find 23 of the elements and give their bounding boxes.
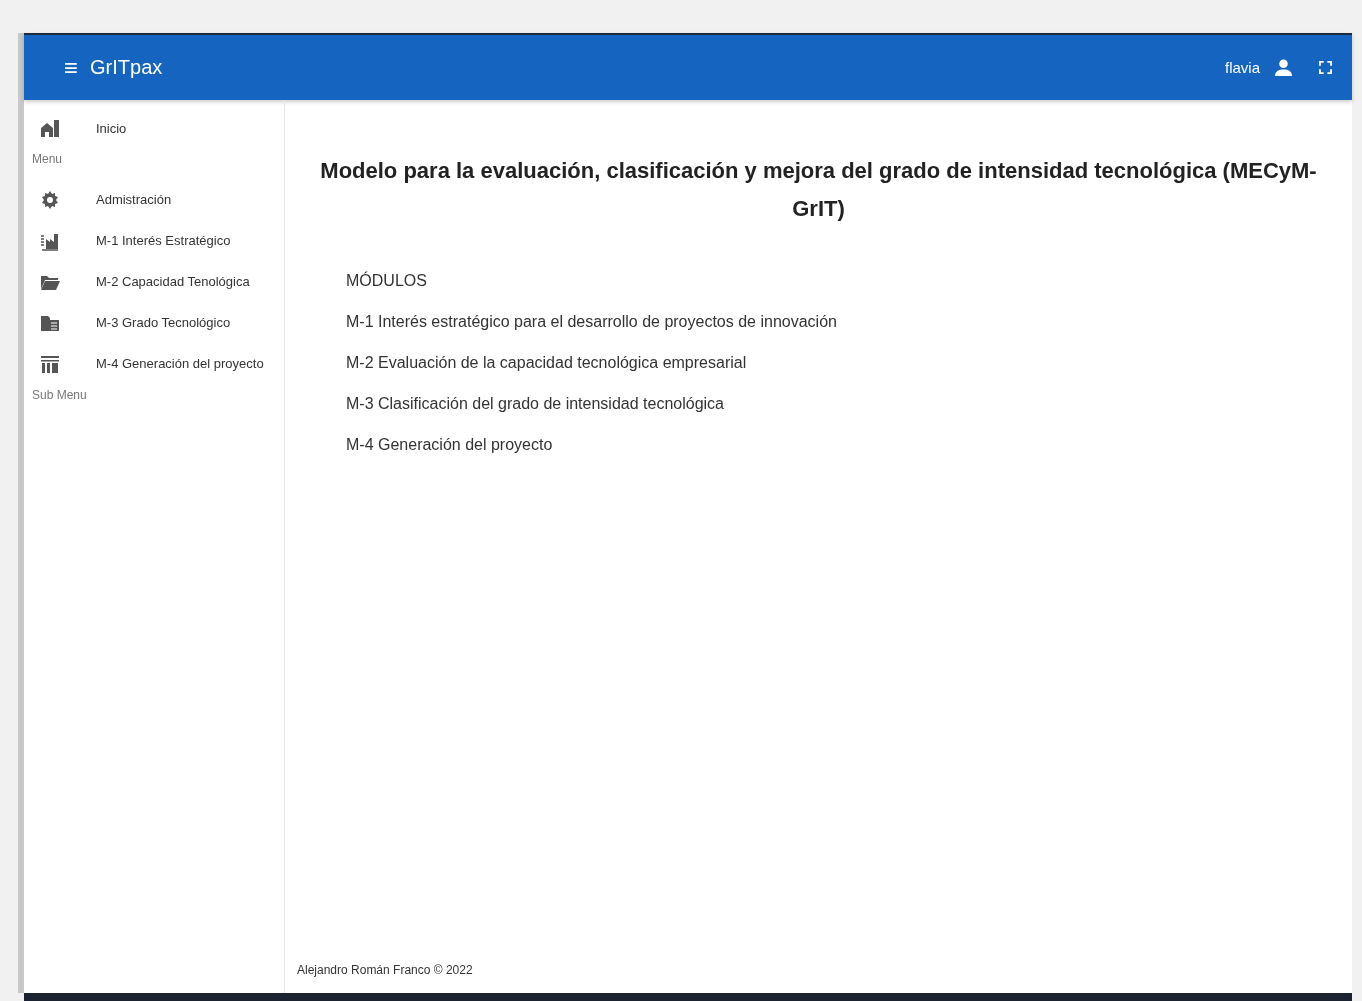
modules-heading: MÓDULOS: [346, 272, 428, 291]
module-text: M-2 Evaluación de la capacidad tecnológica empresarial: [346, 354, 748, 373]
sidebar-item[interactable]: M-2 Capacidad Tenológica: [96, 274, 250, 289]
sidebar-item[interactable]: Admistración: [96, 192, 172, 207]
user-icon[interactable]: [1274, 58, 1293, 77]
gear-icon: [40, 189, 60, 210]
sidebar-item[interactable]: M-1 Interés Estratégico: [96, 233, 231, 248]
home-building-icon: [40, 118, 60, 138]
columns-icon: [40, 353, 60, 374]
sidebar-item[interactable]: M-3 Grado Tecnológico: [96, 315, 231, 330]
module-text: M-3 Clasificación del grado de intensidad tecnológica: [346, 395, 725, 414]
footer-text: Alejandro Román Franco © 2022: [297, 963, 474, 979]
module-text: M-1 Interés estratégico para el desarrollo de proyectos de innovación: [346, 313, 838, 332]
page-title: Modelo para la evaluación, clasificación y mejora del grado de intensidad tecnológica (MECyM-GrIT): [319, 157, 1318, 223]
sidebar-item[interactable]: Inicio: [96, 120, 127, 136]
menu-button[interactable]: ≡: [64, 55, 78, 80]
app-title: GrITpax: [90, 56, 163, 79]
sidebar-section-label: Menu: [31, 151, 64, 168]
sidebar-item[interactable]: M-4 Generación del proyecto: [96, 356, 264, 371]
fullscreen-icon[interactable]: [1319, 61, 1332, 74]
module-text: M-4 Generación del proyecto: [346, 436, 554, 455]
sidebar-section-label: Sub Menu: [31, 387, 88, 404]
user-name: flavia: [1224, 59, 1260, 76]
